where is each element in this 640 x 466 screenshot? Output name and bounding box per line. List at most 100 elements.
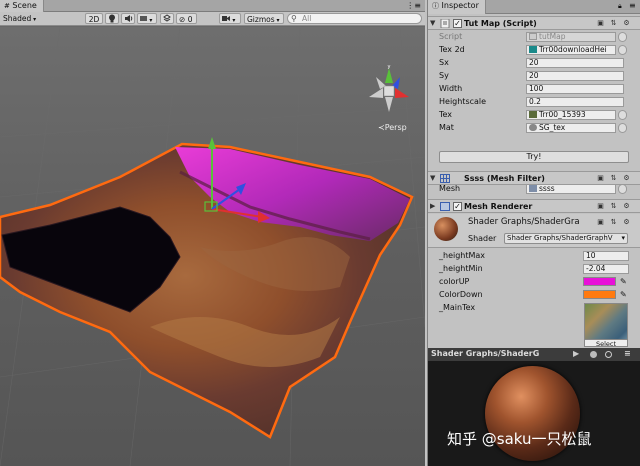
script-picker-icon[interactable] bbox=[618, 32, 627, 42]
preset-icon[interactable]: ⇅ bbox=[609, 202, 618, 211]
preset-icon[interactable]: ⇅ bbox=[609, 174, 618, 183]
field-row-colorup: colorUP ✎ bbox=[428, 276, 640, 288]
help-book-icon[interactable]: ▣ bbox=[596, 19, 605, 28]
mat-picker-icon[interactable] bbox=[618, 123, 627, 133]
sx-field[interactable]: 20 bbox=[526, 58, 624, 68]
field-row-heightscale: Heightscale 0.2 bbox=[428, 96, 640, 108]
material-header[interactable]: Shader Graphs/ShaderGra ▣ ⇅ ⚙ Shader Sha… bbox=[428, 214, 640, 248]
search-placeholder: All bbox=[302, 14, 312, 23]
scene-toolbar: Shaded 2D ⊘ 0 Gizmos ⚲ All bbox=[0, 12, 425, 26]
gizmos-dropdown[interactable]: Gizmos bbox=[244, 13, 284, 24]
colordown-swatch[interactable] bbox=[583, 290, 616, 299]
eyedropper-icon[interactable]: ✎ bbox=[620, 290, 627, 299]
heightmin-field[interactable]: -2.04 bbox=[583, 264, 629, 274]
projection-label[interactable]: ≺Persp bbox=[378, 123, 407, 132]
hidden-count-badge[interactable]: ⊘ 0 bbox=[176, 13, 197, 24]
sphere-preview-icon[interactable] bbox=[590, 351, 597, 358]
shading-mode-dropdown[interactable]: Shaded bbox=[1, 13, 53, 24]
field-row-mesh: Mesh ssss bbox=[428, 183, 640, 195]
help-book-icon[interactable]: ▣ bbox=[596, 174, 605, 183]
scene-tabbar: # Scene ⋮≡ bbox=[0, 0, 425, 12]
heightmax-field[interactable]: 10 bbox=[583, 251, 629, 261]
tutmap-component-header[interactable]: ▼ ✓ Tut Map (Script) ▣ ⇅ ⚙ bbox=[428, 16, 640, 30]
meshrenderer-component-header[interactable]: ▶ ✓ Mesh Renderer ▣ ⇅ ⚙ bbox=[428, 199, 640, 213]
2d-toggle-button[interactable]: 2D bbox=[85, 13, 103, 24]
hidden-count: 0 bbox=[187, 15, 193, 24]
heightmax-label: _heightMax bbox=[439, 251, 486, 260]
help-book-icon[interactable]: ▣ bbox=[596, 218, 605, 227]
heightscale-label: Heightscale bbox=[439, 97, 487, 106]
script-label: Script bbox=[439, 32, 463, 41]
tex2d-picker-icon[interactable] bbox=[618, 45, 627, 55]
help-book-icon[interactable]: ▣ bbox=[596, 202, 605, 211]
colorup-swatch[interactable] bbox=[583, 277, 616, 286]
script-value: tutMap bbox=[539, 32, 566, 41]
eye-off-icon: ⊘ bbox=[179, 15, 186, 24]
field-row-script: Script tutMap bbox=[428, 31, 640, 43]
tex2d-field[interactable]: Trr00downloadHei bbox=[526, 45, 616, 55]
gear-icon[interactable]: ⚙ bbox=[622, 218, 631, 227]
shader-dropdown[interactable]: Shader Graphs/ShaderGraphV ▾ bbox=[504, 233, 628, 244]
orientation-gizmo[interactable]: y bbox=[364, 64, 414, 115]
play-icon[interactable]: ▶ bbox=[573, 348, 579, 360]
mesh-picker-icon[interactable] bbox=[618, 184, 627, 194]
svg-text:y: y bbox=[388, 65, 391, 70]
field-row-tex2d: Tex 2d Trr00downloadHei bbox=[428, 44, 640, 56]
colordown-label: ColorDown bbox=[439, 290, 483, 299]
image-effects-icon[interactable] bbox=[137, 13, 157, 24]
mat-field[interactable]: SG_tex bbox=[526, 123, 616, 133]
tex-label: Tex bbox=[439, 110, 453, 119]
scene-tab-icon: # bbox=[4, 2, 10, 10]
meshrenderer-enabled-checkbox[interactable]: ✓ bbox=[453, 202, 462, 211]
mesh-thumb-icon bbox=[529, 185, 537, 192]
field-row-mat: Mat SG_tex bbox=[428, 122, 640, 134]
mat-label: Mat bbox=[439, 123, 454, 132]
preset-icon[interactable]: ⇅ bbox=[609, 19, 618, 28]
foldout-arrow-icon[interactable]: ▼ bbox=[430, 19, 435, 27]
sy-field[interactable]: 20 bbox=[526, 71, 624, 81]
maintex-select-button[interactable]: Select bbox=[584, 339, 628, 348]
lightbulb-icon[interactable] bbox=[105, 13, 119, 24]
scene-viewport[interactable]: y ≺Persp bbox=[0, 27, 425, 466]
preview-header[interactable]: Shader Graphs/ShaderG ▶ ≡ bbox=[428, 348, 640, 361]
chevron-down-icon: ▾ bbox=[621, 234, 625, 242]
menu-icon[interactable]: ≡ bbox=[624, 348, 631, 360]
heightmin-label: _heightMin bbox=[439, 264, 483, 273]
tex-field[interactable]: Trr00_15393 bbox=[526, 110, 616, 120]
mesh-renderer-icon bbox=[440, 202, 450, 211]
tex2d-value: Trr00downloadHei bbox=[539, 45, 607, 54]
tex-picker-icon[interactable] bbox=[618, 110, 627, 120]
mesh-field[interactable]: ssss bbox=[526, 184, 616, 194]
mesh-value: ssss bbox=[539, 184, 555, 193]
foldout-arrow-icon[interactable]: ▼ bbox=[430, 174, 435, 182]
heightscale-field[interactable]: 0.2 bbox=[526, 97, 624, 107]
width-field[interactable]: 100 bbox=[526, 84, 624, 94]
speaker-icon[interactable] bbox=[121, 13, 135, 24]
tab-inspector[interactable]: ⓘ Inspector bbox=[428, 0, 486, 14]
preset-icon[interactable]: ⇅ bbox=[609, 218, 618, 227]
field-row-sx: Sx 20 bbox=[428, 57, 640, 69]
material-preview[interactable]: 知乎 @saku一只松鼠 bbox=[428, 361, 640, 466]
watermark-text: 知乎 @saku一只松鼠 bbox=[447, 430, 592, 448]
script-field[interactable]: tutMap bbox=[526, 32, 616, 42]
tutmap-enabled-checkbox[interactable]: ✓ bbox=[453, 19, 462, 28]
texture-thumb-icon bbox=[529, 111, 537, 118]
light-preview-icon[interactable] bbox=[605, 351, 612, 358]
camera-icon[interactable] bbox=[219, 13, 241, 24]
panel-menu-icon[interactable]: ⋮≡ bbox=[406, 1, 421, 10]
gear-icon[interactable]: ⚙ bbox=[622, 174, 631, 183]
shader-value: Shader Graphs/ShaderGraphV bbox=[507, 234, 613, 242]
gear-icon[interactable]: ⚙ bbox=[622, 202, 631, 211]
panel-menu-icon[interactable]: ≡ bbox=[629, 1, 636, 10]
gear-icon[interactable]: ⚙ bbox=[622, 19, 631, 28]
search-input[interactable]: ⚲ All bbox=[287, 13, 422, 24]
search-icon: ⚲ bbox=[291, 14, 297, 23]
foldout-arrow-icon[interactable]: ▶ bbox=[430, 202, 435, 210]
field-row-sy: Sy 20 bbox=[428, 70, 640, 82]
tab-scene[interactable]: # Scene bbox=[0, 0, 44, 12]
tex2d-label: Tex 2d bbox=[439, 45, 465, 54]
try-button[interactable]: Try! bbox=[439, 151, 629, 163]
lock-icon[interactable]: 🔒︎ bbox=[618, 2, 622, 11]
eyedropper-icon[interactable]: ✎ bbox=[620, 277, 627, 286]
hidden-toggle-icon[interactable] bbox=[160, 13, 174, 24]
